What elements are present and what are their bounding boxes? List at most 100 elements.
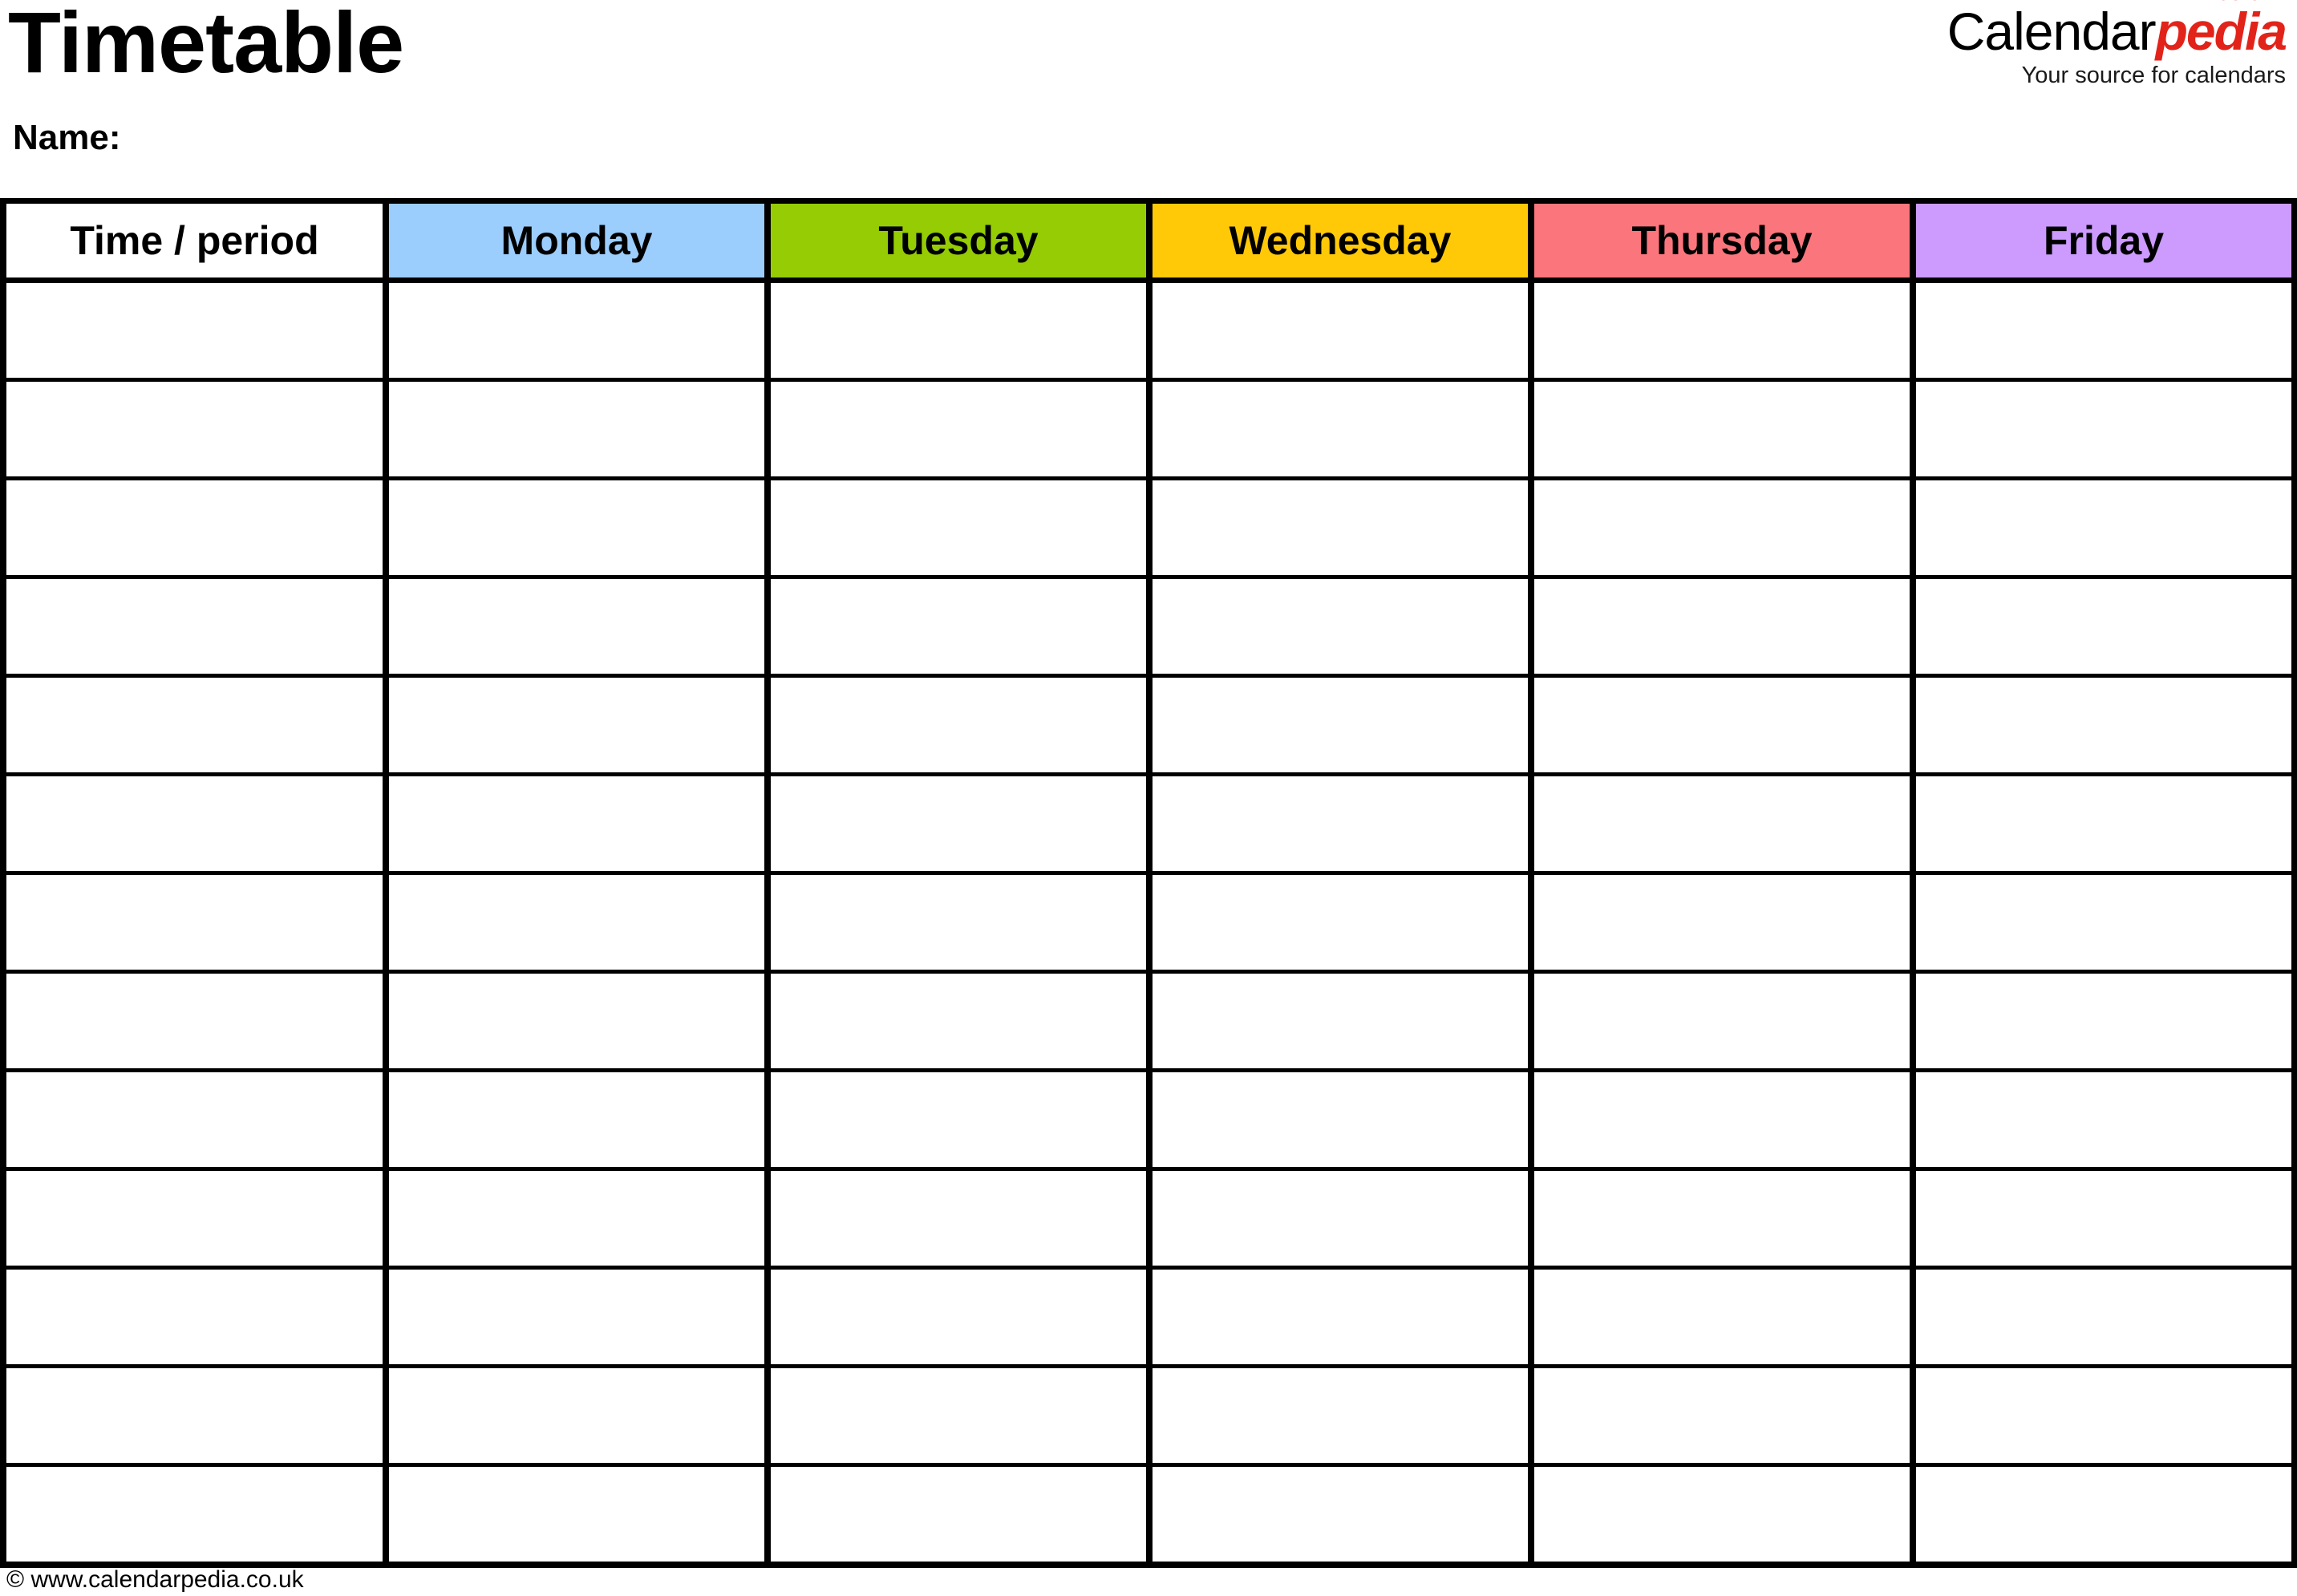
table-cell-thursday[interactable] [1528, 1463, 1916, 1568]
table-cell-monday[interactable] [383, 970, 771, 1072]
table-cell-thursday[interactable] [1528, 1068, 1916, 1171]
table-cell-tuesday[interactable] [764, 1266, 1153, 1368]
table-cell-monday[interactable] [383, 1463, 771, 1568]
table-cell-time[interactable] [0, 378, 389, 480]
table-cell-friday[interactable] [1910, 278, 2297, 382]
table-cell-monday[interactable] [383, 1364, 771, 1467]
cell-text [1916, 1021, 2291, 1022]
table-cell-friday[interactable] [1910, 1068, 2297, 1171]
table-cell-tuesday[interactable] [764, 1364, 1153, 1467]
cell-text [389, 528, 764, 529]
table-cell-wednesday[interactable] [1146, 1364, 1534, 1467]
cell-text [771, 1218, 1146, 1219]
table-cell-monday[interactable] [383, 772, 771, 875]
table-cell-wednesday[interactable] [1146, 1266, 1534, 1368]
table-cell-thursday[interactable] [1528, 674, 1916, 776]
cell-text [1534, 626, 1910, 627]
table-cell-time[interactable] [0, 772, 389, 875]
table-cell-monday[interactable] [383, 378, 771, 480]
table-cell-thursday[interactable] [1528, 378, 1916, 480]
table-cell-friday[interactable] [1910, 871, 2297, 974]
cell-text [6, 922, 383, 923]
table-cell-time[interactable] [0, 575, 389, 678]
table-row [0, 772, 2297, 875]
table-cell-friday[interactable] [1910, 970, 2297, 1072]
table-cell-friday[interactable] [1910, 476, 2297, 579]
table-cell-time[interactable] [0, 1266, 389, 1368]
table-cell-monday[interactable] [383, 1068, 771, 1171]
column-header-tuesday: Tuesday [764, 198, 1153, 283]
table-cell-wednesday[interactable] [1146, 1068, 1534, 1171]
table-cell-time[interactable] [0, 674, 389, 776]
table-row [0, 674, 2297, 776]
table-cell-tuesday[interactable] [764, 278, 1153, 382]
table-cell-thursday[interactable] [1528, 278, 1916, 382]
table-row [0, 278, 2297, 382]
table-cell-wednesday[interactable] [1146, 378, 1534, 480]
page-header: Timetable Name: Calendarpedia .co.uk You… [0, 0, 2297, 198]
table-cell-tuesday[interactable] [764, 772, 1153, 875]
table-row [0, 1167, 2297, 1270]
cell-text [389, 1021, 764, 1022]
table-cell-thursday[interactable] [1528, 575, 1916, 678]
cell-text [1153, 1514, 1528, 1515]
table-cell-wednesday[interactable] [1146, 1167, 1534, 1270]
table-cell-friday[interactable] [1910, 1364, 2297, 1467]
table-cell-wednesday[interactable] [1146, 1463, 1534, 1568]
table-cell-time[interactable] [0, 1068, 389, 1171]
table-cell-monday[interactable] [383, 1266, 771, 1368]
table-row [0, 476, 2297, 579]
table-cell-thursday[interactable] [1528, 772, 1916, 875]
table-cell-friday[interactable] [1910, 575, 2297, 678]
table-cell-wednesday[interactable] [1146, 871, 1534, 974]
table-cell-monday[interactable] [383, 575, 771, 678]
table-cell-friday[interactable] [1910, 674, 2297, 776]
table-cell-tuesday[interactable] [764, 378, 1153, 480]
table-cell-friday[interactable] [1910, 1167, 2297, 1270]
table-cell-time[interactable] [0, 871, 389, 974]
table-cell-thursday[interactable] [1528, 476, 1916, 579]
table-cell-wednesday[interactable] [1146, 575, 1534, 678]
table-row [0, 1463, 2297, 1568]
table-cell-tuesday[interactable] [764, 871, 1153, 974]
table-cell-time[interactable] [0, 1463, 389, 1568]
table-cell-monday[interactable] [383, 476, 771, 579]
table-cell-wednesday[interactable] [1146, 674, 1534, 776]
table-cell-tuesday[interactable] [764, 674, 1153, 776]
table-cell-friday[interactable] [1910, 772, 2297, 875]
table-cell-tuesday[interactable] [764, 1068, 1153, 1171]
table-cell-time[interactable] [0, 1364, 389, 1467]
table-cell-friday[interactable] [1910, 1266, 2297, 1368]
table-cell-friday[interactable] [1910, 378, 2297, 480]
table-cell-monday[interactable] [383, 871, 771, 974]
table-cell-thursday[interactable] [1528, 1364, 1916, 1467]
cell-text [1534, 1317, 1910, 1318]
column-header-wednesday: Wednesday [1146, 198, 1534, 283]
table-cell-time[interactable] [0, 970, 389, 1072]
table-cell-time[interactable] [0, 1167, 389, 1270]
table-cell-thursday[interactable] [1528, 871, 1916, 974]
table-cell-tuesday[interactable] [764, 1463, 1153, 1568]
table-cell-time[interactable] [0, 476, 389, 579]
table-cell-thursday[interactable] [1528, 1167, 1916, 1270]
table-cell-tuesday[interactable] [764, 575, 1153, 678]
table-cell-tuesday[interactable] [764, 476, 1153, 579]
column-header-time: Time / period [0, 198, 389, 283]
table-cell-tuesday[interactable] [764, 970, 1153, 1072]
table-cell-tuesday[interactable] [764, 1167, 1153, 1270]
table-cell-friday[interactable] [1910, 1463, 2297, 1568]
footer-copyright: © www.calendarpedia.co.uk [6, 1566, 304, 1593]
table-cell-thursday[interactable] [1528, 970, 1916, 1072]
table-cell-monday[interactable] [383, 674, 771, 776]
cell-text [771, 1317, 1146, 1318]
table-cell-wednesday[interactable] [1146, 772, 1534, 875]
table-cell-monday[interactable] [383, 278, 771, 382]
table-cell-monday[interactable] [383, 1167, 771, 1270]
cell-text [389, 1514, 764, 1515]
table-cell-wednesday[interactable] [1146, 476, 1534, 579]
table-cell-wednesday[interactable] [1146, 970, 1534, 1072]
table-cell-time[interactable] [0, 278, 389, 382]
table-cell-thursday[interactable] [1528, 1266, 1916, 1368]
table-cell-wednesday[interactable] [1146, 278, 1534, 382]
calendarpedia-logo[interactable]: Calendarpedia .co.uk Your source for cal… [1947, 0, 2287, 87]
